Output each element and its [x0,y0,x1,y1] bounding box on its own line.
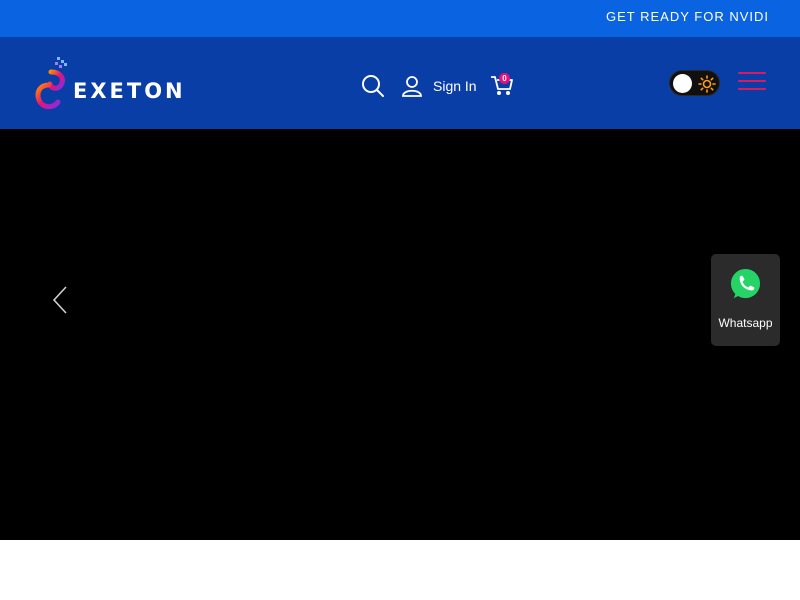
theme-toggle[interactable] [669,70,720,96]
announcement-text: GET READY FOR NVIDI [606,9,769,24]
theme-toggle-knob [673,74,692,93]
slider-prev-button[interactable] [48,284,72,316]
whatsapp-icon [730,268,761,299]
cart-count-badge: 0 [499,73,510,84]
user-icon [402,76,422,97]
sun-icon [698,75,716,93]
hamburger-menu-icon [738,72,766,74]
search-icon [362,75,384,97]
logo-mark-icon [35,57,67,110]
search-button[interactable] [360,73,386,99]
site-logo[interactable]: EXETON [33,55,183,113]
site-header: EXETON Sign In 0 [0,37,800,129]
announcement-bar: GET READY FOR NVIDI [0,0,800,37]
sign-in-link[interactable]: Sign In [401,74,477,98]
sign-in-label: Sign In [433,78,477,94]
whatsapp-button[interactable]: Whatsapp [711,254,780,346]
hamburger-menu-button[interactable] [738,72,766,92]
whatsapp-label: Whatsapp [718,316,773,330]
logo-text: EXETON [73,79,186,103]
chevron-left-icon [52,286,67,314]
hero-slider: Whatsapp [0,129,800,540]
